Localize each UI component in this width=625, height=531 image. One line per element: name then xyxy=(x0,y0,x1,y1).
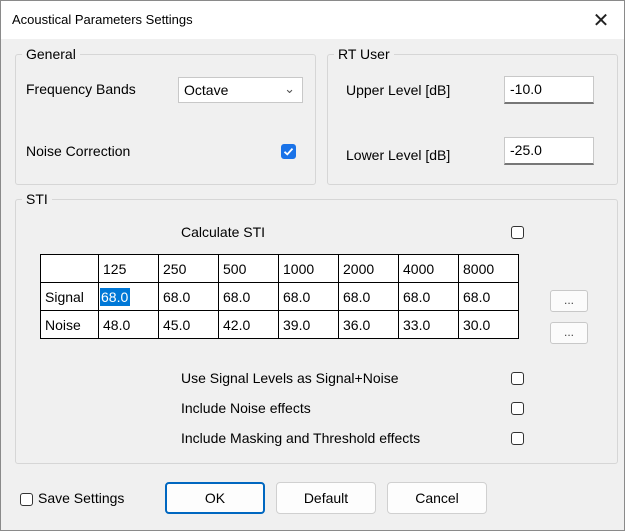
column-header: 2000 xyxy=(338,254,399,283)
frequency-bands-label: Frequency Bands xyxy=(26,81,136,97)
use-signal-levels-checkbox[interactable] xyxy=(511,372,524,385)
column-header: 4000 xyxy=(398,254,459,283)
noise-cell[interactable]: 30.0 xyxy=(458,310,519,339)
acoustical-parameters-dialog: Acoustical Parameters Settings ✕ General… xyxy=(0,0,625,531)
signal-more-button[interactable]: ... xyxy=(550,290,588,312)
calculate-sti-checkbox[interactable] xyxy=(511,226,524,239)
table-row: Signal 68.0 68.0 68.0 68.0 68.0 68.0 68.… xyxy=(40,282,519,311)
rt-user-legend: RT User xyxy=(338,46,390,62)
save-settings-checkbox[interactable] xyxy=(20,493,33,506)
table-corner-cell xyxy=(40,254,99,283)
noise-cell[interactable]: 39.0 xyxy=(278,310,339,339)
close-icon: ✕ xyxy=(592,9,610,32)
signal-cell[interactable]: 68.0 xyxy=(398,282,459,311)
table-header-row: 125 250 500 1000 2000 4000 8000 xyxy=(40,254,519,283)
general-group: General xyxy=(15,46,316,185)
upper-level-input[interactable]: -10.0 xyxy=(504,76,594,104)
lower-level-label: Lower Level [dB] xyxy=(346,147,451,163)
default-button[interactable]: Default xyxy=(276,482,376,514)
upper-level-value: -10.0 xyxy=(510,81,542,97)
frequency-bands-select[interactable]: Octave ⌄ xyxy=(178,77,303,103)
noise-cell[interactable]: 36.0 xyxy=(338,310,399,339)
column-header: 1000 xyxy=(278,254,339,283)
use-signal-levels-label: Use Signal Levels as Signal+Noise xyxy=(181,370,399,386)
column-header: 8000 xyxy=(458,254,519,283)
signal-cell[interactable]: 68.0 xyxy=(218,282,279,311)
noise-correction-checkbox[interactable] xyxy=(281,144,296,159)
lower-level-input[interactable]: -25.0 xyxy=(504,137,594,165)
signal-cell[interactable]: 68.0 xyxy=(158,282,219,311)
lower-level-value: -25.0 xyxy=(510,142,542,158)
sti-legend: STI xyxy=(26,191,48,207)
row-header-noise: Noise xyxy=(40,310,99,339)
noise-cell[interactable]: 48.0 xyxy=(98,310,159,339)
save-settings-label: Save Settings xyxy=(38,490,125,506)
column-header: 250 xyxy=(158,254,219,283)
general-legend: General xyxy=(26,46,76,62)
title-bar: Acoustical Parameters Settings ✕ xyxy=(1,1,624,39)
noise-cell[interactable]: 42.0 xyxy=(218,310,279,339)
table-row: Noise 48.0 45.0 42.0 39.0 36.0 33.0 30.0 xyxy=(40,310,519,339)
signal-cell[interactable]: 68.0 xyxy=(98,282,159,311)
ok-button[interactable]: OK xyxy=(165,482,265,514)
signal-cell-value: 68.0 xyxy=(100,287,131,306)
frequency-bands-value: Octave xyxy=(184,82,229,98)
include-noise-effects-checkbox[interactable] xyxy=(511,402,524,415)
column-header: 125 xyxy=(98,254,159,283)
close-button[interactable]: ✕ xyxy=(578,1,624,39)
include-masking-checkbox[interactable] xyxy=(511,432,524,445)
chevron-down-icon: ⌄ xyxy=(284,81,295,96)
calculate-sti-label: Calculate STI xyxy=(181,224,266,240)
noise-more-button[interactable]: ... xyxy=(550,322,588,344)
noise-correction-label: Noise Correction xyxy=(26,143,131,159)
column-header: 500 xyxy=(218,254,279,283)
upper-level-label: Upper Level [dB] xyxy=(346,82,451,98)
include-masking-label: Include Masking and Threshold effects xyxy=(181,430,421,446)
include-noise-effects-label: Include Noise effects xyxy=(181,400,311,416)
noise-cell[interactable]: 33.0 xyxy=(398,310,459,339)
checkmark-icon xyxy=(283,147,294,156)
window-title: Acoustical Parameters Settings xyxy=(12,12,193,27)
sti-table: 125 250 500 1000 2000 4000 8000 Signal 6… xyxy=(40,254,519,339)
signal-cell[interactable]: 68.0 xyxy=(458,282,519,311)
signal-cell[interactable]: 68.0 xyxy=(338,282,399,311)
noise-cell[interactable]: 45.0 xyxy=(158,310,219,339)
cancel-button[interactable]: Cancel xyxy=(387,482,487,514)
signal-cell[interactable]: 68.0 xyxy=(278,282,339,311)
row-header-signal: Signal xyxy=(40,282,99,311)
